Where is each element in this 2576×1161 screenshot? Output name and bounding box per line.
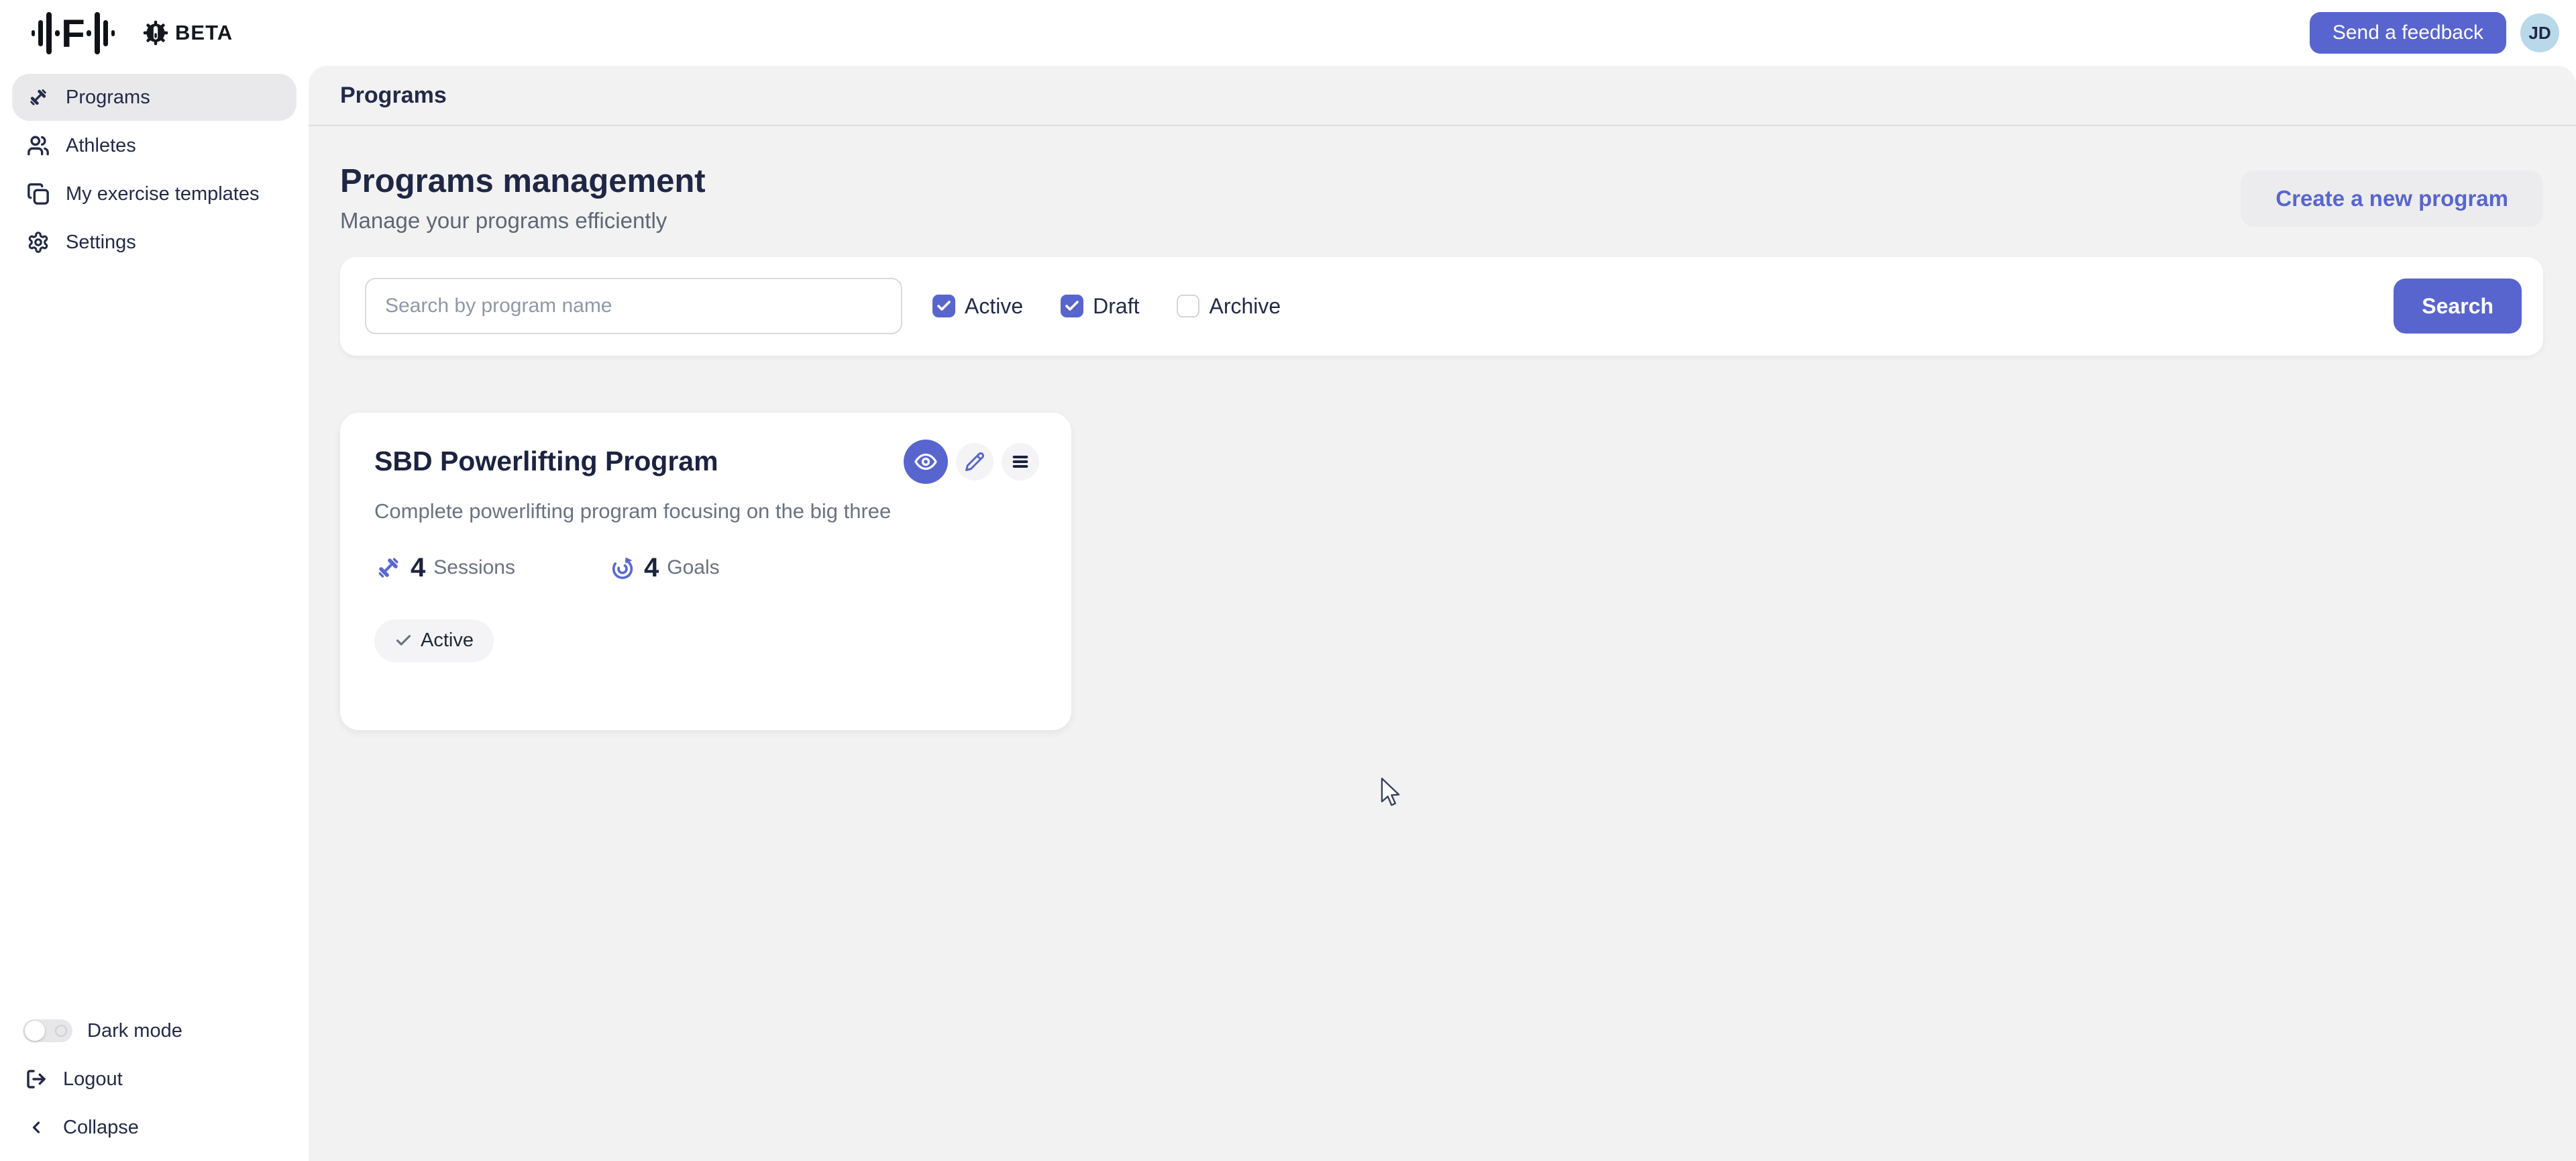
app-logo[interactable]: F: [32, 9, 115, 56]
archive-checkbox[interactable]: [1177, 295, 1199, 317]
goals-stat: 4 Goals: [609, 553, 720, 583]
search-button[interactable]: Search: [2394, 279, 2522, 334]
status-badge: Active: [374, 619, 494, 662]
page-title: Programs management: [340, 164, 706, 200]
chevron-left-icon: [27, 1118, 46, 1137]
sidebar-item-settings[interactable]: Settings: [12, 219, 297, 266]
dark-mode-label: Dark mode: [87, 1020, 182, 1042]
sidebar-item-label: Athletes: [66, 135, 136, 157]
sidebar-item-programs[interactable]: Programs: [12, 74, 297, 121]
gear-icon: [27, 231, 50, 254]
logout-icon: [25, 1068, 47, 1090]
program-stats: 4 Sessions 4 Goals: [374, 553, 1039, 583]
sidebar-item-label: Programs: [66, 87, 150, 109]
pencil-icon: [965, 452, 985, 472]
beta-badge: BETA: [143, 20, 233, 46]
program-description: Complete powerlifting program focusing o…: [374, 495, 978, 527]
dark-mode-toggle[interactable]: [23, 1019, 72, 1042]
filter-label: Draft: [1093, 294, 1139, 319]
goals-label: Goals: [667, 556, 719, 579]
beta-gear-icon: [143, 20, 168, 46]
view-button[interactable]: [904, 440, 948, 484]
collapse-label: Collapse: [63, 1117, 139, 1139]
create-program-button[interactable]: Create a new program: [2241, 170, 2543, 227]
hamburger-icon: [1011, 452, 1030, 471]
search-input[interactable]: [365, 278, 902, 334]
card-actions: [904, 440, 1039, 484]
page-subtitle: Manage your programs efficiently: [340, 208, 706, 234]
active-checkbox[interactable]: [932, 295, 955, 317]
filter-draft[interactable]: Draft: [1061, 294, 1139, 319]
check-icon: [394, 632, 413, 650]
search-panel: Active Draft Archive Search: [340, 257, 2543, 356]
logout-label: Logout: [63, 1068, 123, 1091]
collapse-button[interactable]: Collapse: [12, 1103, 297, 1152]
beta-label: BETA: [175, 21, 233, 45]
avatar[interactable]: JD: [2520, 13, 2559, 52]
filter-label: Archive: [1209, 294, 1281, 319]
goals-count: 4: [644, 553, 659, 583]
copy-icon: [27, 183, 50, 205]
goal-icon: [609, 554, 636, 581]
search-filters: Active Draft Archive: [932, 294, 1281, 319]
sessions-stat: 4 Sessions: [374, 553, 515, 583]
breadcrumb: Programs: [340, 83, 447, 109]
svg-text:F: F: [61, 12, 85, 56]
topbar: F BETA Send a feedback JD: [0, 0, 2576, 66]
breadcrumb-bar: Programs: [309, 66, 2576, 126]
sessions-count: 4: [411, 553, 425, 583]
eye-icon: [914, 450, 938, 474]
dumbbell-icon: [27, 86, 50, 109]
status-label: Active: [421, 629, 474, 652]
sidebar-item-athletes[interactable]: Athletes: [12, 122, 297, 169]
draft-checkbox[interactable]: [1061, 295, 1083, 317]
check-icon: [1064, 298, 1080, 314]
program-card: SBD Powerlifting Program: [340, 413, 1071, 730]
main-surface: Programs Programs management Manage your…: [309, 66, 2576, 1161]
sidebar-item-label: Settings: [66, 232, 136, 254]
filter-active[interactable]: Active: [932, 294, 1023, 319]
filter-label: Active: [965, 294, 1023, 319]
users-icon: [27, 134, 50, 157]
sidebar: Programs Athletes My exercise templates …: [0, 66, 309, 1161]
sidebar-item-exercise-templates[interactable]: My exercise templates: [12, 170, 297, 217]
program-title: SBD Powerlifting Program: [374, 446, 718, 477]
logout-button[interactable]: Logout: [12, 1055, 297, 1103]
dark-mode-row: Dark mode: [12, 1007, 297, 1055]
dumbbell-icon: [374, 554, 402, 582]
sessions-label: Sessions: [433, 556, 515, 579]
send-feedback-button[interactable]: Send a feedback: [2310, 12, 2506, 54]
filter-archive[interactable]: Archive: [1177, 294, 1281, 319]
sidebar-item-label: My exercise templates: [66, 183, 260, 205]
check-icon: [936, 298, 952, 314]
menu-button[interactable]: [1002, 443, 1039, 481]
edit-button[interactable]: [956, 443, 994, 481]
